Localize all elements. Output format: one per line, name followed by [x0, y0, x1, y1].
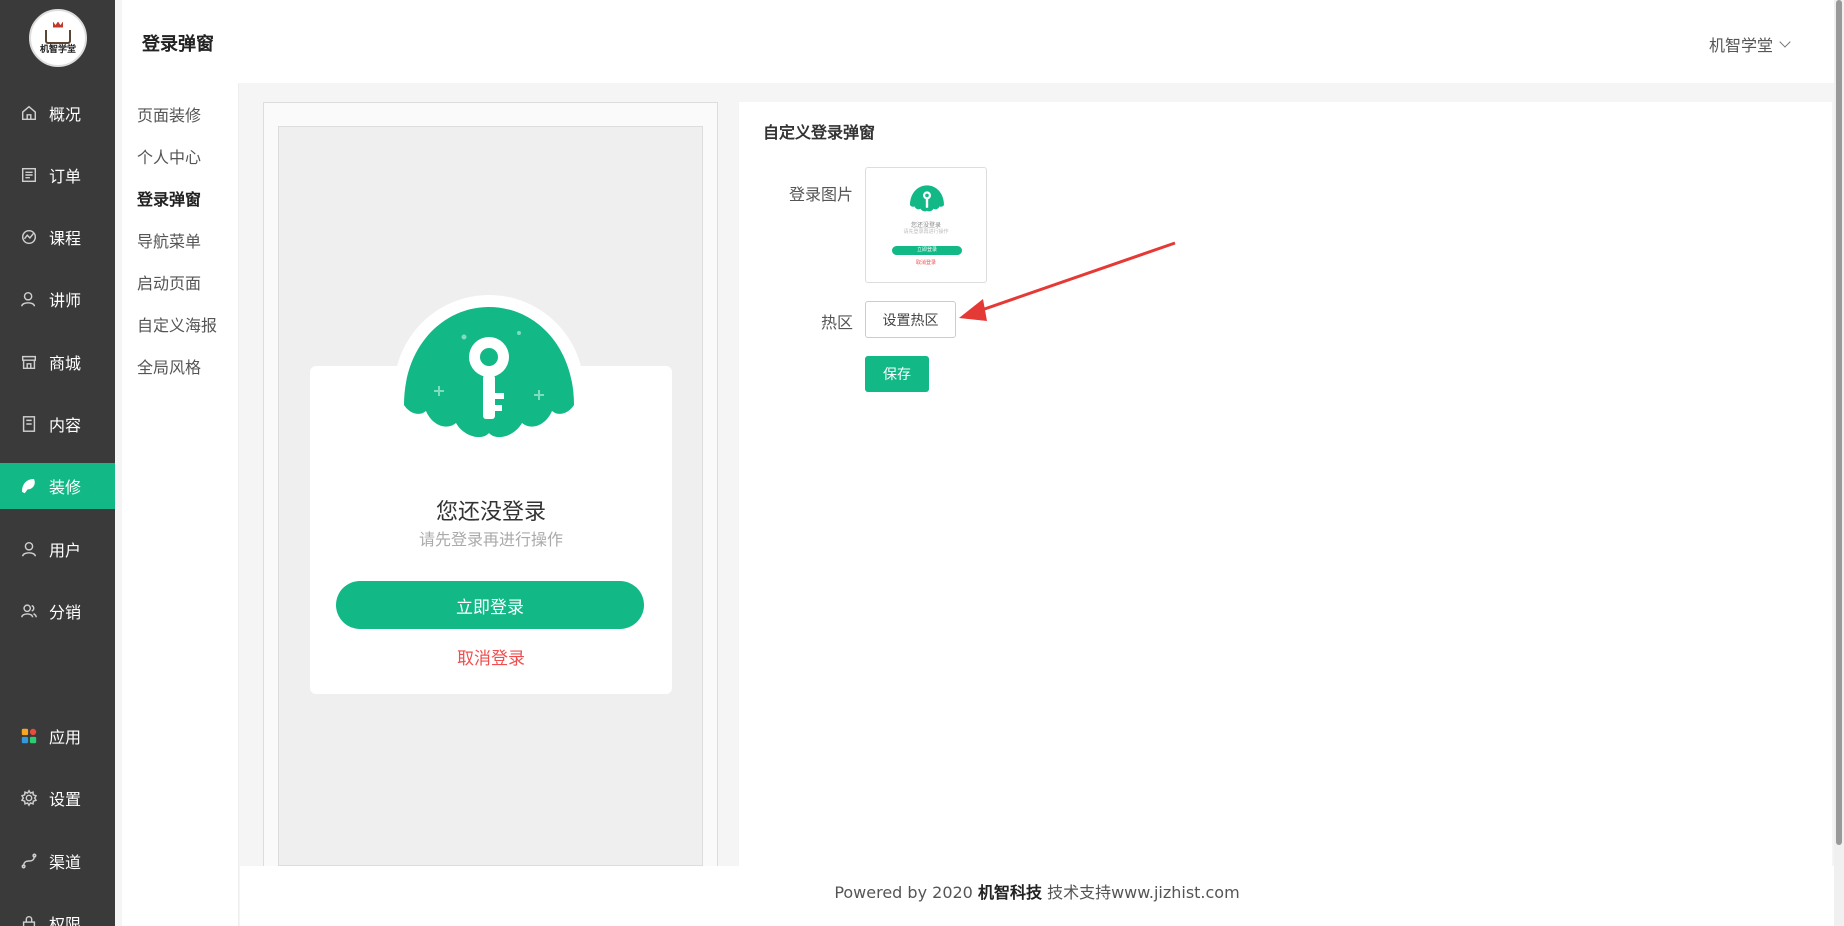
set-hotzone-button[interactable]: 设置热区 — [865, 301, 956, 338]
user-icon — [19, 539, 39, 559]
scrollbar-thumb[interactable] — [1836, 0, 1842, 845]
page-scrollbar[interactable] — [1834, 0, 1844, 926]
submenu-item-launch-page[interactable]: 启动页面 — [137, 270, 201, 294]
submenu-item-page-decoration[interactable]: 页面装修 — [137, 102, 201, 126]
sidebar-item-label: 渠道 — [49, 853, 82, 872]
sidebar-item-decorate[interactable]: 装修 — [0, 463, 115, 509]
sidebar-item-orders[interactable]: 订单 — [0, 152, 115, 198]
key-icon — [910, 185, 944, 212]
sidebar-item-label: 权限 — [49, 915, 82, 926]
brand-logo[interactable]: 机智学堂 — [29, 9, 87, 67]
sidebar-item-store[interactable]: 商城 — [0, 339, 115, 385]
page-title: 登录弹窗 — [142, 34, 214, 55]
sidebar-item-label: 概况 — [49, 105, 82, 124]
login-popup-title: 您还没登录 — [435, 500, 546, 525]
sidebar-item-label: 讲师 — [49, 291, 82, 310]
panel-title: 自定义登录弹窗 — [763, 123, 876, 142]
main-sidebar: 机智学堂 概况 订单 课程 讲师 商城 内容 装修 用户 分销 应用 设置 渠道… — [0, 0, 115, 926]
submenu-item-login-popup[interactable]: 登录弹窗 — [137, 186, 201, 210]
cancel-login-link[interactable]: 取消登录 — [310, 644, 672, 669]
thumbnail-login-button: 立即登录 — [892, 246, 962, 255]
apps-icon — [19, 726, 39, 746]
footer-support: 技术支持www.jizhist.com — [1047, 883, 1240, 902]
login-now-button[interactable]: 立即登录 — [336, 581, 644, 629]
sidebar-item-users[interactable]: 用户 — [0, 526, 115, 572]
annotation-arrow-icon — [959, 241, 1176, 321]
save-button[interactable]: 保存 — [865, 356, 929, 392]
top-header: 登录弹窗 机智学堂 — [122, 0, 1844, 83]
chevron-down-icon — [1779, 35, 1791, 48]
sidebar-item-label: 装修 — [49, 478, 82, 497]
decorate-icon — [19, 476, 39, 496]
logo-text: 机智学堂 — [39, 44, 76, 55]
sidebar-item-settings[interactable]: 设置 — [0, 775, 115, 821]
sidebar-item-label: 课程 — [49, 229, 82, 248]
sidebar-item-label: 内容 — [49, 416, 82, 435]
sidebar-item-courses[interactable]: 课程 — [0, 214, 115, 260]
secondary-menu: 页面装修 个人中心 登录弹窗 导航菜单 启动页面 自定义海报 全局风格 — [122, 83, 239, 926]
sidebar-item-permissions[interactable]: 权限 — [0, 900, 115, 926]
gear-icon — [19, 788, 39, 808]
sidebar-item-label: 订单 — [49, 167, 82, 186]
sidebar-item-distribution[interactable]: 分销 — [0, 588, 115, 634]
sidebar-item-channels[interactable]: 渠道 — [0, 838, 115, 884]
sidebar-item-overview[interactable]: 概况 — [0, 90, 115, 136]
order-icon — [19, 165, 39, 185]
footer-prefix: Powered by 2020 — [834, 883, 973, 902]
submenu-item-custom-poster[interactable]: 自定义海报 — [137, 312, 217, 336]
home-icon — [19, 103, 39, 123]
login-popup-subtitle: 请先登录再进行操作 — [418, 530, 563, 549]
sidebar-item-label: 商城 — [49, 354, 82, 373]
sidebar-item-label: 设置 — [49, 790, 82, 809]
sidebar-item-label: 分销 — [49, 603, 82, 622]
content-icon — [19, 414, 39, 434]
sidebar-item-apps[interactable]: 应用 — [0, 713, 115, 759]
submenu-item-global-style[interactable]: 全局风格 — [137, 354, 201, 378]
sidebar-item-label: 应用 — [49, 728, 82, 747]
course-icon — [19, 227, 39, 247]
distribution-icon — [19, 601, 39, 621]
settings-panel: 自定义登录弹窗 登录图片 您还没登录 请先登录再进行操作 立即登录 取消登录 热… — [739, 102, 1832, 867]
teacher-icon — [19, 289, 39, 309]
phone-preview: 您还没登录 请先登录再进行操作 立即登录 取消登录 — [263, 102, 718, 872]
store-icon — [19, 352, 39, 372]
page-footer: Powered by 2020 机智科技 技术支持www.jizhist.com — [240, 866, 1834, 926]
phone-screen: 您还没登录 请先登录再进行操作 立即登录 取消登录 — [278, 126, 703, 866]
sidebar-item-teachers[interactable]: 讲师 — [0, 276, 115, 322]
crown-icon — [53, 21, 63, 28]
footer-company: 机智科技 — [977, 883, 1042, 902]
book-icon — [45, 29, 71, 44]
thumbnail-subtitle: 请先登录再进行操作 — [903, 229, 949, 235]
channel-icon — [19, 851, 39, 871]
user-name: 机智学堂 — [1708, 36, 1773, 55]
submenu-item-nav-menu[interactable]: 导航菜单 — [137, 228, 201, 252]
sidebar-item-label: 用户 — [49, 541, 82, 560]
user-menu[interactable]: 机智学堂 — [1708, 32, 1791, 56]
sidebar-item-content[interactable]: 内容 — [0, 401, 115, 447]
hotzone-label: 热区 — [820, 313, 853, 332]
submenu-item-personal-center[interactable]: 个人中心 — [137, 144, 201, 168]
login-image-label: 登录图片 — [788, 185, 853, 204]
key-icon — [394, 295, 584, 455]
permission-icon — [19, 913, 39, 926]
